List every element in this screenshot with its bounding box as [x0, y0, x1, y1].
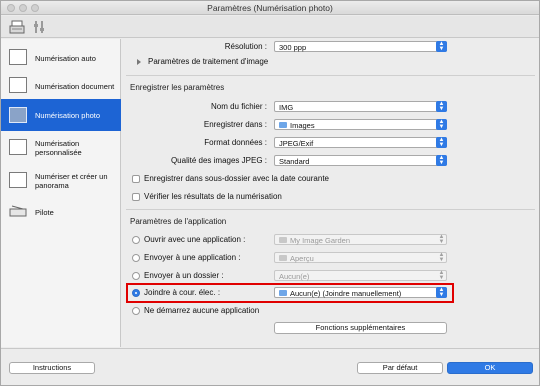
toolbar	[1, 16, 539, 38]
save-in-select[interactable]: Images ▲ ▼	[274, 119, 447, 130]
chevron-up-down-icon: ▲ ▼	[436, 119, 447, 130]
sidebar-item-label: Numériser et créer un panorama	[35, 172, 108, 190]
filename-label: Nom du fichier :	[210, 102, 267, 111]
image-processing-label[interactable]: Paramètres de traitement d'image	[148, 57, 268, 66]
jpeg-quality-label: Qualité des images JPEG :	[170, 156, 267, 165]
folder-icon	[279, 290, 287, 296]
instructions-button[interactable]: Instructions	[9, 362, 95, 374]
app-icon	[279, 255, 287, 261]
footer: Instructions Par défaut OK	[1, 348, 539, 385]
more-functions-button[interactable]: Fonctions supplémentaires	[274, 322, 447, 334]
open-with-app-label: Ouvrir avec une application :	[144, 235, 246, 244]
resolution-label: Résolution :	[224, 42, 267, 51]
subfolder-date-label: Enregistrer dans sous-dossier avec la da…	[144, 174, 329, 183]
chevron-up-down-icon: ▲ ▼	[438, 252, 445, 263]
sidebar-item-label: Numérisation personnalisée	[35, 139, 82, 157]
send-to-folder-label: Envoyer à un dossier :	[144, 271, 224, 280]
document-scan-icon	[9, 77, 27, 93]
scan-settings-icon[interactable]	[9, 19, 25, 35]
disclosure-triangle-icon[interactable]	[137, 59, 141, 65]
driver-icon	[9, 203, 27, 219]
sidebar-item-panorama[interactable]: Numériser et créer un panorama	[1, 164, 121, 198]
subfolder-date-checkbox[interactable]	[132, 175, 140, 183]
custom-scan-icon	[9, 139, 27, 155]
no-app-label: Ne démarrez aucune application	[144, 306, 260, 315]
chevron-up-down-icon: ▲ ▼	[438, 270, 445, 281]
settings-window: Paramètres (Numérisation photo) Numérisa…	[0, 0, 540, 386]
sidebar-item-custom-scan[interactable]: Numérisation personnalisée	[1, 131, 121, 165]
send-to-app-select[interactable]: Aperçu ▲ ▼	[274, 252, 447, 263]
folder-icon	[279, 122, 287, 128]
filename-select[interactable]: IMG ▲ ▼	[274, 101, 447, 112]
save-in-label: Enregistrer dans :	[203, 120, 267, 129]
app-icon	[279, 237, 287, 243]
attach-email-label: Joindre à cour. élec. :	[144, 288, 221, 297]
attach-email-radio[interactable]	[132, 289, 140, 297]
verify-results-checkbox[interactable]	[132, 193, 140, 201]
sidebar-item-photo-scan[interactable]: Numérisation photo	[1, 99, 121, 131]
chevron-up-down-icon: ▲ ▼	[436, 137, 447, 148]
no-app-radio[interactable]	[132, 307, 140, 315]
window-title: Paramètres (Numérisation photo)	[207, 3, 333, 13]
photo-scan-icon	[9, 107, 27, 123]
jpeg-quality-select[interactable]: Standard ▲ ▼	[274, 155, 447, 166]
attach-email-select[interactable]: Aucun(e) (Joindre manuellement) ▲ ▼	[274, 287, 447, 298]
chevron-up-down-icon: ▲ ▼	[436, 155, 447, 166]
open-with-app-select[interactable]: My Image Garden ▲ ▼	[274, 234, 447, 245]
send-to-app-label: Envoyer à une application :	[144, 253, 241, 262]
chevron-up-down-icon: ▲ ▼	[436, 101, 447, 112]
auto-scan-icon	[9, 49, 27, 65]
divider	[126, 209, 535, 210]
sidebar-item-document-scan[interactable]: Numérisation document	[1, 69, 121, 103]
title-bar: Paramètres (Numérisation photo)	[1, 1, 539, 15]
chevron-up-down-icon: ▲ ▼	[436, 41, 447, 52]
save-settings-heading: Enregistrer les paramètres	[130, 83, 225, 92]
settings-panel: Résolution : 300 ppp ▲ ▼ Paramètres de tr…	[122, 39, 539, 347]
sidebar-item-label: Numérisation document	[35, 81, 115, 91]
panorama-icon	[9, 172, 27, 188]
open-with-app-radio[interactable]	[132, 236, 140, 244]
format-label: Format données :	[204, 138, 267, 147]
resolution-select[interactable]: 300 ppp ▲ ▼	[274, 41, 447, 52]
send-to-folder-select[interactable]: Aucun(e) ▲ ▼	[274, 270, 447, 281]
sidebar-item-label: Numérisation photo	[35, 110, 101, 120]
sidebar-item-driver[interactable]: Pilote	[1, 195, 121, 229]
sidebar-item-label: Pilote	[35, 207, 54, 217]
sidebar: Numérisation auto Numérisation document …	[1, 39, 121, 347]
send-to-app-radio[interactable]	[132, 254, 140, 262]
general-settings-icon[interactable]	[31, 19, 47, 35]
ok-button[interactable]: OK	[447, 362, 533, 374]
chevron-up-down-icon: ▲ ▼	[438, 234, 445, 245]
format-select[interactable]: JPEG/Exif ▲ ▼	[274, 137, 447, 148]
divider	[126, 75, 535, 76]
app-settings-heading: Paramètres de l'application	[130, 217, 227, 226]
chevron-up-down-icon: ▲ ▼	[436, 287, 447, 298]
send-to-folder-radio[interactable]	[132, 272, 140, 280]
verify-results-label: Vérifier les résultats de la numérisatio…	[144, 192, 282, 201]
defaults-button[interactable]: Par défaut	[357, 362, 443, 374]
